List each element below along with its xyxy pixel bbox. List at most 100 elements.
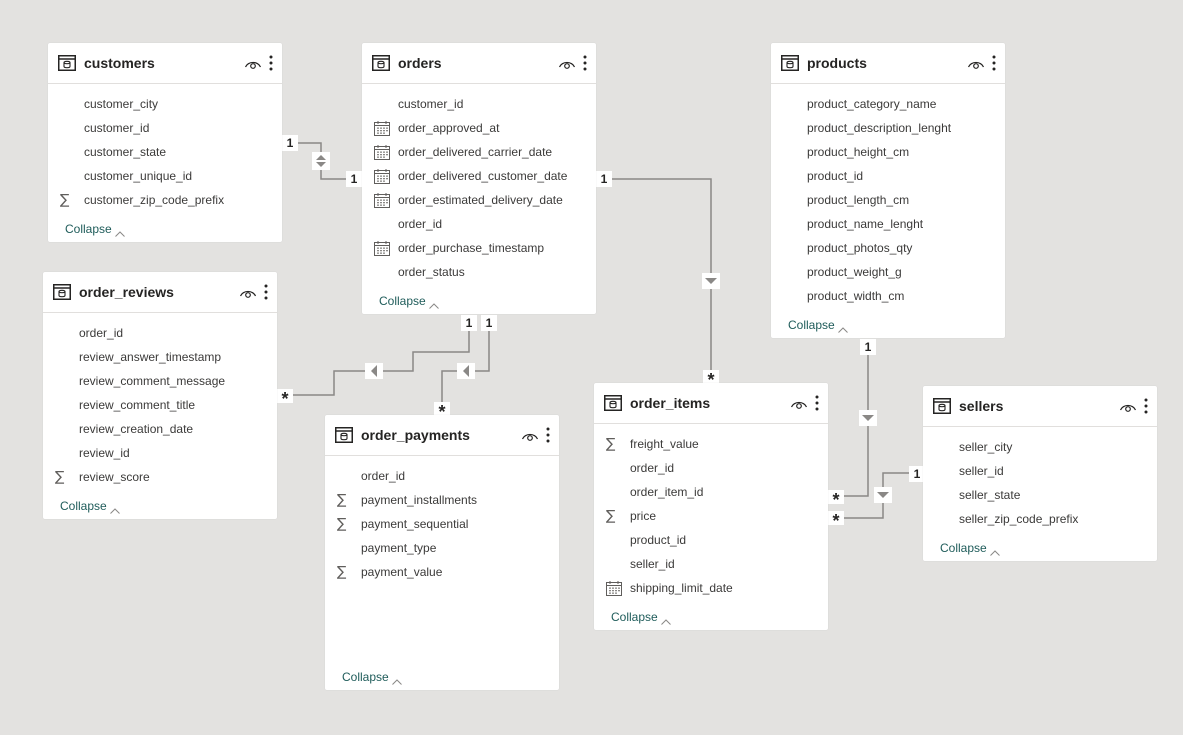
- field-row[interactable]: seller_city: [923, 435, 1157, 459]
- field-row[interactable]: order_item_id: [594, 480, 828, 504]
- more-options-icon[interactable]: [814, 395, 820, 411]
- field-row[interactable]: product_photos_qty: [771, 236, 1005, 260]
- table-card-order-payments[interactable]: order_payments order_id ∑ payment_installme…: [325, 415, 559, 690]
- collapse-button[interactable]: Collapse: [65, 222, 125, 237]
- field-row[interactable]: review_comment_title: [43, 393, 277, 417]
- table-card-customers[interactable]: customers customer_city customer_id custome…: [48, 43, 282, 242]
- field-name: order_item_id: [630, 485, 704, 499]
- field-row[interactable]: payment_type: [325, 536, 559, 560]
- field-row[interactable]: order_approved_at: [362, 116, 596, 140]
- model-canvas[interactable]: 1 1 1 * 1 * 1 * 1 * 1 * customers custome…: [0, 0, 1183, 735]
- filter-direction-down-icon[interactable]: [859, 410, 877, 426]
- collapse-button[interactable]: Collapse: [60, 499, 120, 514]
- field-row[interactable]: product_weight_g: [771, 260, 1005, 284]
- table-header[interactable]: sellers: [923, 386, 1157, 427]
- field-row[interactable]: order_id: [594, 456, 828, 480]
- field-row[interactable]: product_height_cm: [771, 140, 1005, 164]
- collapse-button[interactable]: Collapse: [379, 294, 439, 309]
- field-row[interactable]: product_width_cm: [771, 284, 1005, 308]
- field-row[interactable]: seller_id: [923, 459, 1157, 483]
- field-row[interactable]: order_delivered_customer_date: [362, 164, 596, 188]
- field-row[interactable]: customer_id: [48, 116, 282, 140]
- field-row[interactable]: order_id: [362, 212, 596, 236]
- more-options-icon[interactable]: [545, 427, 551, 443]
- field-row[interactable]: seller_state: [923, 483, 1157, 507]
- field-row[interactable]: customer_state: [48, 140, 282, 164]
- filter-direction-left-icon[interactable]: [457, 363, 475, 379]
- field-row[interactable]: customer_unique_id: [48, 164, 282, 188]
- field-list: order_id ∑ payment_installments ∑ payment_se…: [325, 456, 559, 584]
- table-card-orders[interactable]: orders customer_id order_approved_at order_…: [362, 43, 596, 314]
- field-row[interactable]: order_status: [362, 260, 596, 284]
- no-icon: [783, 264, 805, 280]
- table-header[interactable]: orders: [362, 43, 596, 84]
- field-row[interactable]: ∑ price: [594, 504, 828, 528]
- calendar-icon: [374, 192, 396, 208]
- sigma-icon: ∑: [606, 508, 616, 524]
- field-row[interactable]: ∑ freight_value: [594, 432, 828, 456]
- cardinality-many: *: [703, 370, 719, 384]
- table-header[interactable]: products: [771, 43, 1005, 84]
- field-row[interactable]: ∑ payment_sequential: [325, 512, 559, 536]
- more-options-icon[interactable]: [268, 55, 274, 71]
- field-row[interactable]: product_name_lenght: [771, 212, 1005, 236]
- visibility-eye-icon[interactable]: [521, 429, 539, 441]
- no-icon: [935, 487, 957, 503]
- field-row[interactable]: review_answer_timestamp: [43, 345, 277, 369]
- rel-line-orders-order-items[interactable]: [610, 178, 712, 371]
- more-options-icon[interactable]: [263, 284, 269, 300]
- field-row[interactable]: seller_id: [594, 552, 828, 576]
- field-row[interactable]: review_creation_date: [43, 417, 277, 441]
- bidirectional-filter-icon[interactable]: [312, 152, 330, 170]
- field-row[interactable]: customer_city: [48, 92, 282, 116]
- collapse-button[interactable]: Collapse: [788, 318, 848, 333]
- field-row[interactable]: review_comment_message: [43, 369, 277, 393]
- table-header[interactable]: order_items: [594, 383, 828, 424]
- field-name: customer_city: [84, 97, 159, 111]
- table-card-products[interactable]: products product_category_name product_des…: [771, 43, 1005, 338]
- filter-direction-down-icon[interactable]: [702, 273, 720, 289]
- field-row[interactable]: product_description_lenght: [771, 116, 1005, 140]
- field-row[interactable]: ∑ payment_installments: [325, 488, 559, 512]
- filter-direction-left-icon[interactable]: [365, 363, 383, 379]
- visibility-eye-icon[interactable]: [239, 286, 257, 298]
- more-options-icon[interactable]: [991, 55, 997, 71]
- more-options-icon[interactable]: [1143, 398, 1149, 414]
- field-row[interactable]: review_id: [43, 441, 277, 465]
- table-header[interactable]: order_payments: [325, 415, 559, 456]
- visibility-eye-icon[interactable]: [790, 397, 808, 409]
- field-row[interactable]: product_id: [594, 528, 828, 552]
- table-header[interactable]: customers: [48, 43, 282, 84]
- visibility-eye-icon[interactable]: [1119, 400, 1137, 412]
- visibility-eye-icon[interactable]: [967, 57, 985, 69]
- field-row[interactable]: shipping_limit_date: [594, 576, 828, 600]
- no-icon: [55, 349, 77, 365]
- field-row[interactable]: order_purchase_timestamp: [362, 236, 596, 260]
- visibility-eye-icon[interactable]: [558, 57, 576, 69]
- collapse-button[interactable]: Collapse: [342, 670, 402, 685]
- table-header[interactable]: order_reviews: [43, 272, 277, 313]
- table-card-order-reviews[interactable]: order_reviews order_id review_answer_times…: [43, 272, 277, 519]
- field-row[interactable]: seller_zip_code_prefix: [923, 507, 1157, 531]
- field-row[interactable]: product_length_cm: [771, 188, 1005, 212]
- no-icon: [60, 96, 82, 112]
- field-row[interactable]: order_estimated_delivery_date: [362, 188, 596, 212]
- no-icon: [337, 540, 359, 556]
- field-row[interactable]: product_category_name: [771, 92, 1005, 116]
- field-row[interactable]: ∑ review_score: [43, 465, 277, 489]
- collapse-button[interactable]: Collapse: [940, 541, 1000, 556]
- field-row[interactable]: order_id: [325, 464, 559, 488]
- field-row[interactable]: ∑ customer_zip_code_prefix: [48, 188, 282, 212]
- field-row[interactable]: order_delivered_carrier_date: [362, 140, 596, 164]
- collapse-button[interactable]: Collapse: [611, 610, 671, 625]
- table-icon: [58, 55, 76, 71]
- table-card-order-items[interactable]: order_items ∑ freight_value order_id order_i…: [594, 383, 828, 630]
- field-row[interactable]: customer_id: [362, 92, 596, 116]
- field-row[interactable]: ∑ payment_value: [325, 560, 559, 584]
- field-row[interactable]: product_id: [771, 164, 1005, 188]
- more-options-icon[interactable]: [582, 55, 588, 71]
- table-card-sellers[interactable]: sellers seller_city seller_id seller_state s…: [923, 386, 1157, 561]
- filter-direction-down-icon[interactable]: [874, 487, 892, 503]
- visibility-eye-icon[interactable]: [244, 57, 262, 69]
- field-row[interactable]: order_id: [43, 321, 277, 345]
